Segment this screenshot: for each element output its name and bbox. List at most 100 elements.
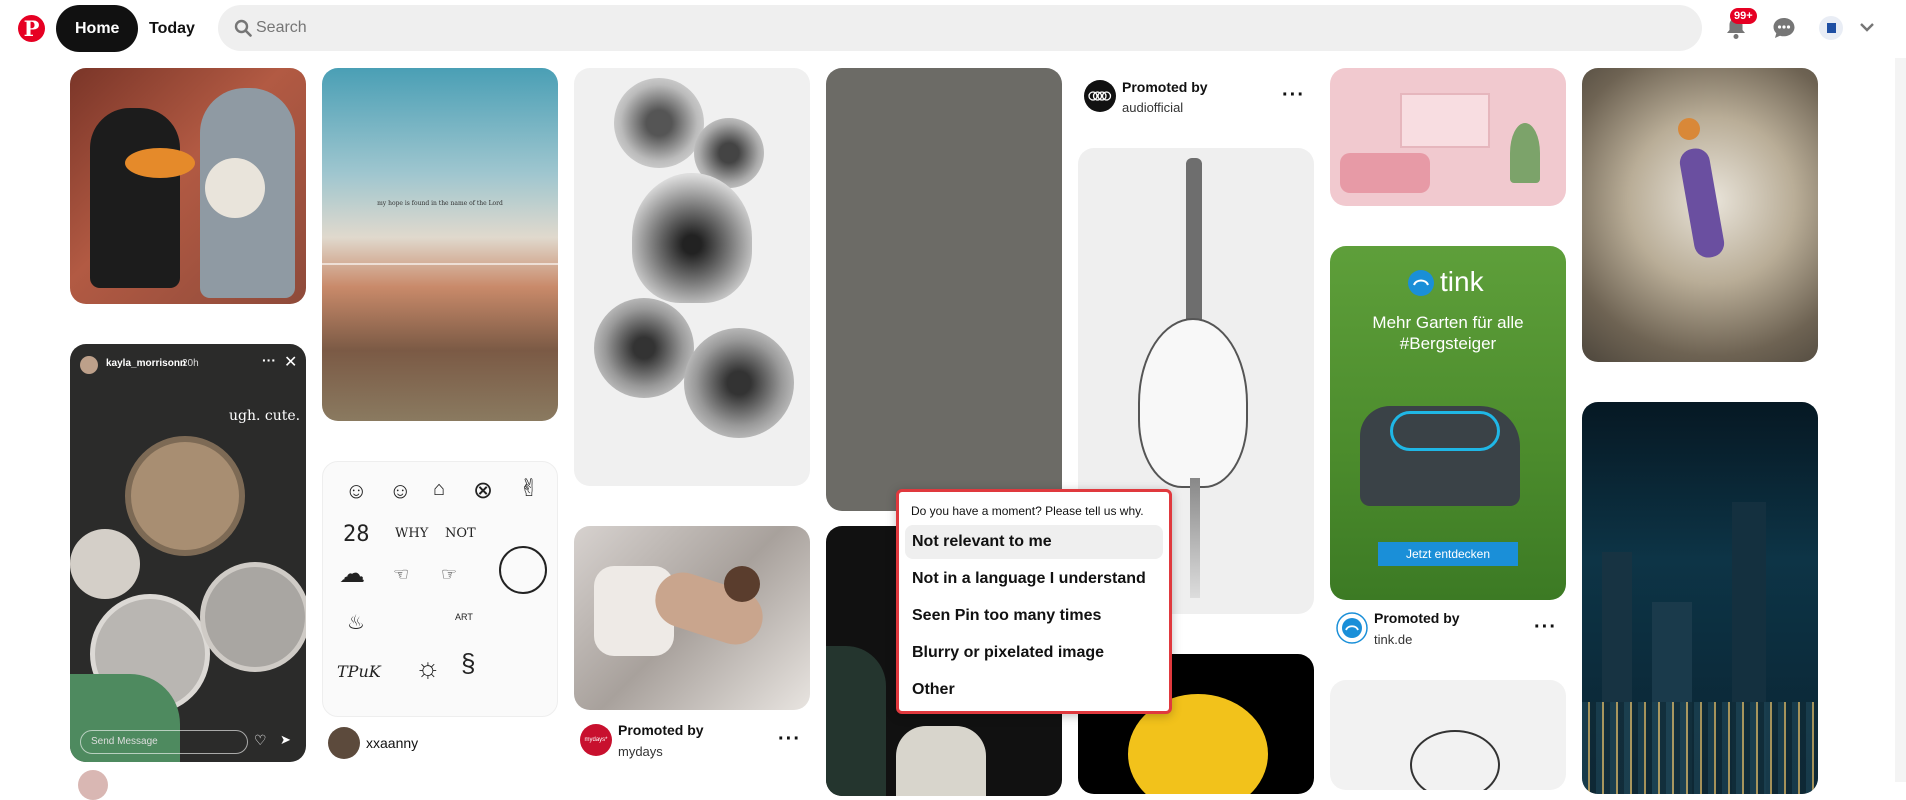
scrollbar-track[interactable] — [1895, 58, 1906, 782]
pin-story[interactable]: kayla_morrisonn 20h ··· ✕ ugh. cute. Sen… — [70, 344, 306, 762]
ocean-caption: my hope is found in the name of the Lord — [377, 200, 503, 207]
close-icon[interactable]: ✕ — [284, 352, 297, 372]
city-lights — [1582, 702, 1818, 794]
chevron-down-icon[interactable] — [1857, 17, 1877, 37]
notifications-badge: 99+ — [1730, 8, 1757, 24]
search-bar[interactable] — [218, 5, 1702, 51]
story-caption: ugh. cute. — [229, 408, 301, 424]
mower-stripe — [1390, 411, 1500, 451]
window-shape — [1400, 93, 1490, 148]
xxaanny-name[interactable]: xxaanny — [366, 735, 418, 751]
cat-shape — [1410, 730, 1500, 790]
hair-shape — [724, 566, 760, 602]
heart-icon[interactable]: ♡ — [254, 732, 267, 749]
pin-basketball-player[interactable] — [1582, 68, 1818, 362]
pin-tink-ad[interactable]: tink Mehr Garten für alle #Bergsteiger J… — [1330, 246, 1566, 600]
pin-skull-roses[interactable] — [574, 68, 810, 486]
pin-ocean-cliff[interactable]: my hope is found in the name of the Lord — [322, 68, 558, 421]
pin-tattoo-doodles[interactable]: ☺ ☺ ⌂ ⊗ ✌ 28 WHY NOT ☁ ☜ ☞ ♨ ART TPuK ☼ … — [322, 461, 558, 717]
rose-lower-left — [594, 298, 694, 398]
ball-shape — [1678, 118, 1700, 140]
doodle-face-1: ☺ — [345, 478, 368, 503]
figure-shape — [896, 726, 986, 796]
doodle-rings: ⊗ — [473, 477, 494, 504]
plant-shape — [1510, 123, 1540, 183]
horizon-line — [322, 263, 558, 265]
option-other[interactable]: Other — [905, 673, 1163, 707]
audi-logo[interactable] — [1084, 80, 1116, 112]
search-input[interactable] — [256, 5, 1676, 51]
nav-home-tab[interactable]: Home — [56, 5, 139, 52]
plate-small — [70, 529, 140, 599]
pin-blurred[interactable] — [826, 68, 1062, 511]
tink-more-icon[interactable]: ··· — [1534, 617, 1557, 637]
doodle-not: NOT — [445, 526, 476, 541]
tree-shape — [826, 646, 886, 796]
player-shape — [1677, 146, 1727, 260]
messages-icon[interactable] — [1770, 14, 1798, 42]
doodle-lock: ⌂ — [433, 478, 446, 500]
tink-ad-logo: tink — [1440, 266, 1484, 297]
ice-cream-cup — [125, 436, 245, 556]
tink-cta-button[interactable]: Jetzt entdecken — [1378, 542, 1518, 566]
doodle-peace: ✌ — [519, 475, 540, 502]
tink-promoted-label: Promoted by — [1374, 610, 1460, 626]
pin-cat-sketch[interactable] — [1330, 680, 1566, 790]
beak-shape — [125, 148, 195, 178]
profile-avatar[interactable] — [1819, 16, 1843, 40]
doodle-art: ART — [455, 612, 473, 622]
audi-promoted-label: Promoted by — [1122, 79, 1208, 95]
sofa-shape — [1340, 153, 1430, 193]
audi-rings-icon — [1088, 91, 1112, 101]
option-language[interactable]: Not in a language I understand — [905, 562, 1163, 596]
story-username: kayla_morrisonn — [106, 358, 187, 369]
nav-today-tab[interactable]: Today — [134, 5, 210, 52]
daffy-shape — [90, 108, 180, 288]
rose-top — [614, 78, 704, 168]
option-blurry[interactable]: Blurry or pixelated image — [905, 636, 1163, 670]
doodle-melting-face — [499, 546, 547, 594]
audi-brand[interactable]: audiofficial — [1122, 100, 1183, 115]
mydays-more-icon[interactable]: ··· — [778, 729, 801, 749]
story-time: 20h — [182, 358, 199, 369]
pin-woman-bed[interactable] — [574, 526, 810, 710]
tink-brand[interactable]: tink.de — [1374, 632, 1412, 647]
feedback-question: Do you have a moment? Please tell us why… — [911, 504, 1144, 518]
option-seen-too-many[interactable]: Seen Pin too many times — [905, 599, 1163, 633]
tink-ad-headline: Mehr Garten für alle #Bergsteiger — [1372, 313, 1524, 353]
doodle-sun-face: ☼ — [415, 652, 441, 683]
rose-lower-right — [684, 328, 794, 438]
doodle-face-2: ☺ — [389, 478, 412, 503]
doodle-hand-1: ☜ — [393, 564, 410, 584]
mydays-brand[interactable]: mydays — [618, 744, 663, 759]
doodle-tpuk: TPuK — [337, 662, 381, 681]
dagger-blade — [1190, 478, 1200, 598]
story-more-icon[interactable]: ··· — [262, 352, 276, 368]
pinterest-logo[interactable]: P — [18, 15, 45, 42]
hide-pin-feedback-menu: Do you have a moment? Please tell us why… — [896, 489, 1172, 714]
top-nav: P Home Today 99+ — [0, 0, 1906, 58]
doodle-snake: § — [461, 648, 476, 678]
muzzle-shape — [205, 158, 265, 218]
doodle-cloud: ☁ — [339, 558, 365, 588]
audi-more-icon[interactable]: ··· — [1282, 85, 1305, 105]
tink-avatar-icon[interactable] — [1336, 612, 1368, 644]
xxaanny-avatar[interactable] — [328, 727, 360, 759]
mydays-promoted-label: Promoted by — [618, 722, 704, 738]
pin-pink-room[interactable] — [1330, 68, 1566, 206]
send-icon[interactable]: ➤ — [280, 732, 291, 748]
pin-city-night[interactable] — [1582, 402, 1818, 794]
option-not-relevant[interactable]: Not relevant to me — [905, 525, 1163, 559]
search-icon — [234, 19, 252, 37]
story-avatar — [80, 356, 98, 374]
doodle-hand-2: ☞ — [441, 564, 458, 584]
fox-mask — [1138, 318, 1248, 488]
mydays-logo[interactable]: mydays* — [580, 724, 612, 756]
doodle-28: 28 — [343, 522, 370, 547]
story-reply-input[interactable]: Send Message — [80, 730, 248, 754]
doodle-why: WHY — [395, 526, 429, 541]
tink-logo-icon — [1408, 270, 1434, 296]
pin-creator-avatar[interactable] — [78, 770, 108, 800]
doodle-flame: ♨ — [347, 612, 365, 634]
pin-cartoon-kiss[interactable] — [70, 68, 306, 304]
